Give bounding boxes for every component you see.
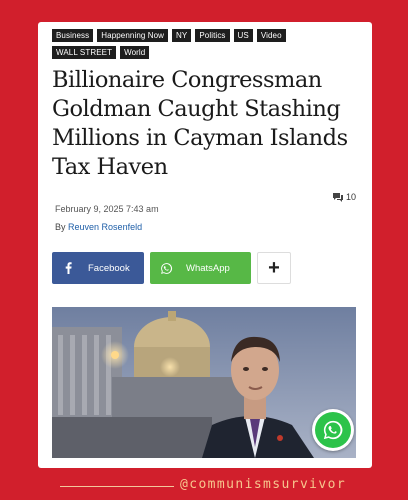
byline-prefix: By xyxy=(55,222,66,232)
author-link[interactable]: Reuven Rosenfeld xyxy=(68,222,142,232)
watermark-divider xyxy=(60,486,174,487)
whatsapp-share-button[interactable]: WhatsApp xyxy=(150,252,251,284)
whatsapp-floating-button[interactable] xyxy=(312,409,354,451)
whatsapp-floating-icon xyxy=(315,412,351,448)
tag-us[interactable]: US xyxy=(233,29,253,42)
facebook-share-button[interactable]: Facebook xyxy=(52,252,144,284)
whatsapp-icon xyxy=(150,262,182,275)
comment-count-value: 10 xyxy=(345,192,356,202)
photo-illustration xyxy=(52,307,356,458)
whatsapp-share-label: WhatsApp xyxy=(186,262,230,274)
article-card: Business Happenning Now NY Politics US V… xyxy=(38,22,372,468)
tag-happening-now[interactable]: Happenning Now xyxy=(97,29,169,42)
more-share-button[interactable]: + xyxy=(257,252,291,284)
watermark-handle: @communismsurvivor xyxy=(180,477,347,492)
tag-politics[interactable]: Politics xyxy=(195,29,230,42)
facebook-icon xyxy=(52,262,84,274)
tag-video[interactable]: Video xyxy=(256,29,286,42)
tag-wall-street[interactable]: WALL STREET xyxy=(52,46,117,59)
tag-business[interactable]: Business xyxy=(52,29,94,42)
plus-icon: + xyxy=(268,256,280,279)
article-photo xyxy=(52,307,356,458)
article-headline: Billionaire Congressman Goldman Caught S… xyxy=(52,67,348,180)
comment-icon xyxy=(332,192,343,202)
share-bar: Facebook WhatsApp + xyxy=(52,252,291,284)
facebook-share-label: Facebook xyxy=(88,262,130,274)
category-tags: Business Happenning Now NY Politics US V… xyxy=(52,29,352,59)
tag-ny[interactable]: NY xyxy=(172,29,192,42)
comment-count[interactable]: 10 xyxy=(332,192,356,202)
publish-date: February 9, 2025 7:43 am xyxy=(55,204,159,214)
tag-world[interactable]: World xyxy=(120,46,150,59)
byline: By Reuven Rosenfeld xyxy=(55,222,142,232)
